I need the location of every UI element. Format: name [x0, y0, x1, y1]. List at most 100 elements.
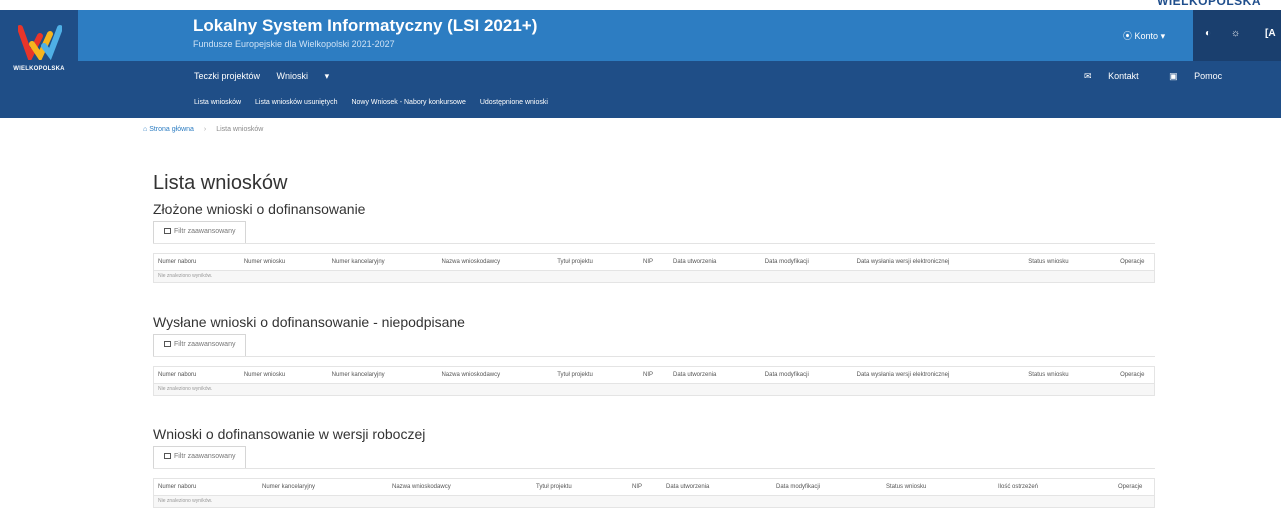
advanced-filter-button[interactable]: Filtr zaawansowany: [153, 221, 247, 243]
tab-divider: [153, 356, 1155, 357]
nav-item-pomoc[interactable]: ▣ Pomoc: [1169, 71, 1236, 81]
filter-icon: [164, 341, 171, 347]
nav-item-teczki[interactable]: Teczki projektów: [194, 71, 260, 81]
column-header[interactable]: Nazwa wnioskodawcy: [437, 372, 553, 378]
column-header[interactable]: Data modyfikacji: [761, 259, 853, 265]
column-header[interactable]: NIP: [639, 259, 669, 265]
applications-section: Wysłane wnioski o dofinansowanie - niepo…: [153, 314, 1155, 396]
column-header[interactable]: Tytuł projektu: [553, 372, 639, 378]
contrast-icon[interactable]: ◐: [1205, 28, 1211, 39]
nav-primary: Teczki projektów Wnioski ▾: [194, 71, 357, 82]
section-title: Wysłane wnioski o dofinansowanie - niepo…: [153, 314, 465, 330]
nav-right: ✉ Kontakt ▣ Pomoc: [1084, 71, 1250, 82]
column-header[interactable]: Numer naboru: [154, 372, 240, 378]
column-header[interactable]: Numer kancelaryjny: [328, 259, 438, 265]
applications-table: Numer naboru Numer kancelaryjny Nazwa wnio…: [153, 478, 1155, 508]
column-header[interactable]: Ilość ostrzeżeń: [994, 484, 1114, 490]
advanced-filter-label: Filtr zaawansowany: [174, 228, 236, 235]
app-header: Lokalny System Informatyczny (LSI 2021+)…: [78, 10, 1281, 61]
help-icon: ▣: [1169, 71, 1178, 81]
user-icon: ⦿: [1123, 31, 1133, 41]
breadcrumb-home-label: Strona główna: [149, 126, 194, 133]
breadcrumb-current: Lista wniosków: [216, 126, 264, 133]
account-menu-label: Konto: [1134, 31, 1159, 41]
empty-results-row: Nie znaleziono wyników.: [154, 496, 1154, 507]
column-header[interactable]: Tytuł projektu: [532, 484, 628, 490]
app-subtitle: Fundusze Europejskie dla Wielkopolski 20…: [193, 39, 395, 49]
tab-divider: [153, 468, 1155, 469]
empty-results-row: Nie znaleziono wyników.: [154, 384, 1154, 395]
column-header[interactable]: Operacje: [1114, 484, 1152, 490]
column-header[interactable]: Data utworzenia: [669, 259, 761, 265]
nav-item-kontakt[interactable]: ✉ Kontakt: [1084, 71, 1153, 81]
nav-item-kontakt-label: Kontakt: [1108, 71, 1139, 81]
filter-icon: [164, 228, 171, 234]
column-header[interactable]: Status wniosku: [1024, 259, 1116, 265]
column-header[interactable]: Status wniosku: [1024, 372, 1116, 378]
home-icon: ⌂: [143, 126, 148, 133]
main-nav: Teczki projektów Wnioski ▾ ✉ Kontakt ▣ P…: [78, 61, 1281, 118]
column-header[interactable]: Data utworzenia: [669, 372, 761, 378]
nav-item-wnioski[interactable]: Wnioski ▾: [277, 71, 344, 81]
nav-item-wnioski-label: Wnioski: [276, 71, 309, 81]
column-header[interactable]: Data wysłania wersji elektronicznej: [853, 259, 1025, 265]
column-header[interactable]: Data wysłania wersji elektronicznej: [853, 372, 1025, 378]
applications-section: Wnioski o dofinansowanie w wersji robocz…: [153, 426, 1155, 508]
advanced-filter-button[interactable]: Filtr zaawansowany: [153, 446, 247, 468]
advanced-filter-label: Filtr zaawansowany: [174, 341, 236, 348]
nav-item-pomoc-label: Pomoc: [1194, 71, 1223, 81]
nav-sub: Lista wniosków Lista wniosków usuniętych…: [194, 99, 560, 106]
applications-section: Złożone wnioski o dofinansowanie Filtr za…: [153, 201, 1155, 283]
column-header[interactable]: NIP: [639, 372, 669, 378]
applications-table: Numer naboru Numer wniosku Numer kancelary…: [153, 366, 1155, 396]
caret-down-icon: ▾: [324, 71, 330, 81]
advanced-filter-button[interactable]: Filtr zaawansowany: [153, 334, 247, 356]
subnav-lista-usunietych[interactable]: Lista wniosków usuniętych: [255, 99, 338, 106]
breadcrumb: ⌂ Strona główna › Lista wniosków: [143, 126, 263, 133]
column-header[interactable]: Data modyfikacji: [761, 372, 853, 378]
logo-label: WIELKOPOLSKA: [13, 66, 65, 72]
mail-icon: ✉: [1084, 71, 1092, 81]
column-header[interactable]: Operacje: [1116, 259, 1154, 265]
column-header[interactable]: NIP: [628, 484, 662, 490]
column-header[interactable]: Numer wniosku: [240, 259, 328, 265]
column-header[interactable]: Data modyfikacji: [772, 484, 882, 490]
subnav-lista-wnioskow[interactable]: Lista wniosków: [194, 99, 241, 106]
section-title: Wnioski o dofinansowanie w wersji robocz…: [153, 426, 426, 442]
column-header[interactable]: Tytuł projektu: [553, 259, 639, 265]
column-header[interactable]: Status wniosku: [882, 484, 994, 490]
column-header[interactable]: Numer naboru: [154, 259, 240, 265]
page-title: Lista wniosków: [153, 172, 288, 194]
caret-down-icon: ▾: [1160, 31, 1166, 41]
column-header[interactable]: Operacje: [1116, 372, 1154, 378]
breadcrumb-home[interactable]: ⌂ Strona główna: [143, 126, 194, 133]
filter-icon: [164, 453, 171, 459]
app-root: WIELKOPOLSKA WIELKOPOLSKA Lokalny System…: [0, 0, 1281, 510]
tab-divider: [153, 243, 1155, 244]
column-header[interactable]: Numer naboru: [154, 484, 258, 490]
app-title: Lokalny System Informatyczny (LSI 2021+): [193, 16, 538, 35]
advanced-filter-label: Filtr zaawansowany: [174, 453, 236, 460]
column-header[interactable]: Data utworzenia: [662, 484, 772, 490]
applications-table: Numer naboru Numer wniosku Numer kancelary…: [153, 253, 1155, 283]
table-header-row: Numer naboru Numer wniosku Numer kancelary…: [154, 254, 1154, 271]
brightness-icon[interactable]: ☼: [1231, 28, 1240, 39]
table-header-row: Numer naboru Numer wniosku Numer kancelary…: [154, 367, 1154, 384]
subnav-nowy-wniosek[interactable]: Nowy Wniosek - Nabory konkursowe: [351, 99, 465, 106]
column-header[interactable]: Numer kancelaryjny: [328, 372, 438, 378]
breadcrumb-separator: ›: [203, 126, 207, 133]
table-header-row: Numer naboru Numer kancelaryjny Nazwa wnio…: [154, 479, 1154, 496]
column-header[interactable]: Numer wniosku: [240, 372, 328, 378]
empty-results-row: Nie znaleziono wyników.: [154, 271, 1154, 282]
brand-top-text: WIELKOPOLSKA: [1157, 0, 1261, 8]
font-size-button[interactable]: [A: [1265, 28, 1276, 39]
column-header[interactable]: Nazwa wnioskodawcy: [437, 259, 553, 265]
subnav-udostepnione[interactable]: Udostępnione wnioski: [480, 99, 548, 106]
column-header[interactable]: Numer kancelaryjny: [258, 484, 388, 490]
account-menu[interactable]: ⦿ Konto ▾: [1123, 29, 1165, 42]
column-header[interactable]: Nazwa wnioskodawcy: [388, 484, 532, 490]
wielkopolska-logo-icon: [18, 25, 62, 60]
accessibility-panel: ◐ ☼ [A: [1193, 10, 1281, 61]
logo-column[interactable]: WIELKOPOLSKA: [0, 10, 78, 118]
section-title: Złożone wnioski o dofinansowanie: [153, 201, 366, 217]
